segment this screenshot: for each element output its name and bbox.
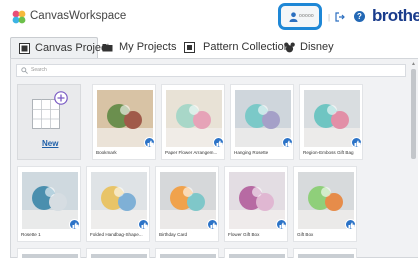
thumbs-up-icon [348,222,355,229]
project-card[interactable]: Region-Emboss Gift Bag [299,84,363,160]
project-title: Gift Box [297,232,314,237]
project-title: Paper Flower Arrangem... [165,150,218,155]
search-icon [21,67,28,74]
thumbs-up-icon [141,222,148,229]
project-title: Hanging Rosette [234,150,269,155]
project-title: Bookmark [96,150,117,155]
mickey-icon [284,42,295,53]
scrollbar[interactable]: ▲ [409,59,418,257]
tab-label: Pattern Collection [203,41,290,53]
project-card[interactable] [86,248,150,258]
search-input[interactable]: Search [16,64,406,77]
project-card[interactable]: Folded Handbag-Shape... [86,166,150,242]
project-thumbnail [160,254,216,258]
project-title: Flower Gift Box [228,232,260,237]
tab-label: Canvas Project [35,42,110,54]
thumbs-up-icon [210,222,217,229]
like-badge-icon[interactable] [144,137,155,148]
app-title: CanvasWorkspace [30,10,127,22]
brand-logo: brother [372,6,419,25]
help-icon[interactable]: ? [354,11,365,22]
project-card[interactable] [155,248,219,258]
like-badge-icon[interactable] [351,137,362,148]
user-account-button[interactable]: ooooo [278,3,322,30]
like-badge-icon[interactable] [69,219,80,230]
project-panel: Search New Bookmark Paper Flower Arrangem… [10,58,418,258]
project-title: Region-Emboss Gift Bag [303,150,354,155]
like-badge-icon[interactable] [276,219,287,230]
project-thumbnail [22,254,78,258]
like-badge-icon[interactable] [213,137,224,148]
like-badge-icon[interactable] [207,219,218,230]
project-card[interactable]: Gift Box [293,166,357,242]
new-project-label: New [42,139,59,148]
app-header: CanvasWorkspace ooooo | ? brother [0,0,419,34]
canvas-icon [19,43,30,54]
project-card[interactable]: Paper Flower Arrangem... [161,84,225,160]
tab-pattern-collection[interactable]: Pattern Collection [180,37,290,58]
project-title: Rosette 1 [21,232,41,237]
project-title: Folded Handbag-Shape... [90,232,143,237]
search-placeholder: Search [31,67,47,73]
project-card[interactable]: Bookmark [92,84,156,160]
thumbs-up-icon [285,140,292,147]
thumbs-up-icon [147,140,154,147]
project-card[interactable]: Rosette 1 [17,166,81,242]
project-thumbnail [91,254,147,258]
like-badge-icon[interactable] [282,137,293,148]
project-card[interactable] [17,248,81,258]
project-title: Birthday Card [159,232,188,237]
tab-canvas-project[interactable]: Canvas Project [10,37,110,58]
logout-icon[interactable] [335,12,345,22]
project-card[interactable]: Flower Gift Box [224,166,288,242]
header-divider: | [328,13,331,22]
tab-label: Disney [300,41,334,53]
tab-my-projects[interactable]: My Projects [102,37,177,58]
thumbs-up-icon [354,140,361,147]
tab-label: My Projects [119,41,177,53]
project-card[interactable]: Hanging Rosette [230,84,294,160]
project-card[interactable]: Birthday Card [155,166,219,242]
thumbs-up-icon [72,222,79,229]
project-card[interactable] [224,248,288,258]
user-icon [289,12,298,22]
thumbs-up-icon [279,222,286,229]
plus-icon [54,91,68,105]
tab-disney[interactable]: Disney [284,37,344,58]
user-name: ooooo [299,13,314,19]
like-badge-icon[interactable] [138,219,149,230]
tab-bar: Canvas Project My Projects Pattern Colle… [10,37,410,59]
project-thumbnail [298,254,354,258]
thumbs-up-icon [216,140,223,147]
app-logo-icon [12,10,26,24]
project-thumbnail [229,254,285,258]
scroll-thumb[interactable] [411,69,416,159]
scroll-up-icon[interactable]: ▲ [411,61,416,67]
like-badge-icon[interactable] [345,219,356,230]
pattern-icon [184,42,195,53]
folder-icon [102,44,113,52]
new-project-card[interactable]: New [17,84,81,160]
project-card[interactable] [293,248,357,258]
